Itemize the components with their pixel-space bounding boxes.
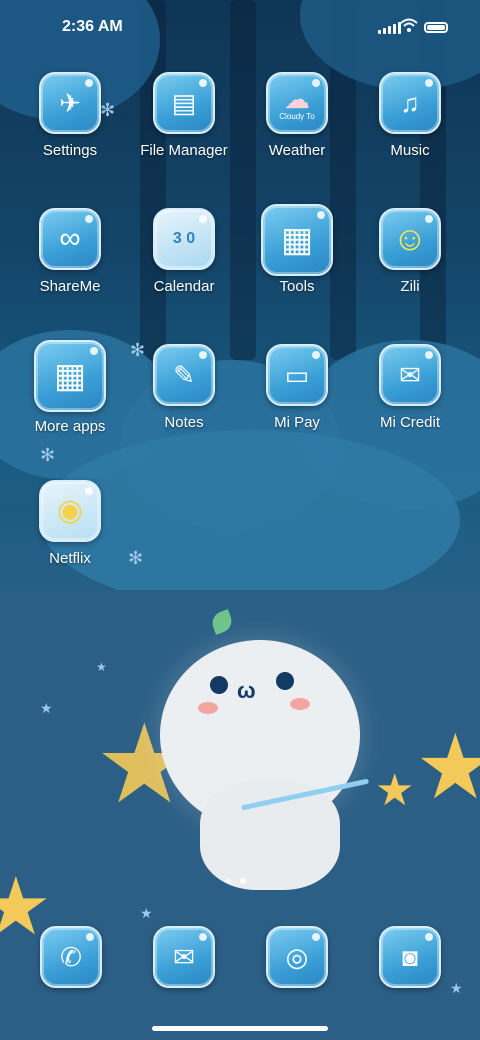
shareme-icon: ∞	[39, 208, 101, 270]
dock-camera[interactable]: ◙	[379, 926, 441, 988]
app-label: Tools	[279, 278, 315, 295]
dock-browser[interactable]: ◎	[266, 926, 328, 988]
home-indicator[interactable]	[152, 1026, 328, 1031]
mi-pay-icon: ▭	[266, 344, 328, 406]
browser-icon: ◎	[266, 926, 328, 988]
calendar-icon-text: 3 0	[172, 230, 196, 247]
netflix-icon: ◉	[39, 480, 101, 542]
app-file-manager[interactable]: ▤ File Manager	[128, 72, 240, 159]
zili-icon: ☺	[379, 208, 441, 270]
page-dot-active[interactable]	[240, 878, 246, 884]
app-label: Weather	[268, 142, 326, 159]
app-mi-pay[interactable]: ▭ Mi Pay	[241, 344, 353, 431]
app-label: Mi Credit	[379, 414, 440, 431]
app-netflix[interactable]: ◉ Netflix	[14, 480, 126, 567]
messages-icon: ✉	[153, 926, 215, 988]
battery-icon	[424, 22, 448, 33]
app-calendar[interactable]: 3 0 Calendar	[128, 208, 240, 295]
clock: 2:36 AM	[62, 18, 123, 35]
app-label: ShareMe	[39, 278, 101, 295]
dock-phone[interactable]: ✆	[40, 926, 102, 988]
app-label: Netflix	[49, 550, 91, 567]
status-bar: 2:36 AM	[0, 0, 480, 56]
app-music[interactable]: ♫ Music	[354, 72, 466, 159]
app-label: Music	[390, 142, 430, 159]
page-dot[interactable]	[226, 878, 232, 884]
page-indicator	[226, 878, 246, 884]
folder-more-apps[interactable]: ▦ More apps	[14, 340, 126, 435]
app-label: Zili	[400, 278, 420, 295]
app-label: Calendar	[153, 278, 215, 295]
app-label: File Manager	[140, 142, 228, 159]
wifi-icon	[400, 18, 418, 32]
calendar-icon: 3 0	[153, 208, 215, 270]
app-label: Notes	[164, 414, 204, 431]
weather-icon: ☁ Cloudy To	[266, 72, 328, 134]
mi-credit-icon: ✉	[379, 344, 441, 406]
camera-icon: ◙	[379, 926, 441, 988]
dock-messages[interactable]: ✉	[153, 926, 215, 988]
app-shareme[interactable]: ∞ ShareMe	[14, 208, 126, 295]
app-weather[interactable]: ☁ Cloudy To Weather	[241, 72, 353, 159]
app-label: More apps	[34, 418, 106, 435]
notes-icon: ✎	[153, 344, 215, 406]
tools-folder-icon: ▦	[261, 204, 333, 276]
app-zili[interactable]: ☺ Zili	[354, 208, 466, 295]
app-label: Settings	[42, 142, 98, 159]
phone-icon: ✆	[40, 926, 102, 988]
app-label: Mi Pay	[274, 414, 320, 431]
more-apps-folder-icon: ▦	[34, 340, 106, 412]
app-notes[interactable]: ✎ Notes	[128, 344, 240, 431]
signal-icon	[378, 22, 401, 34]
settings-icon: ✈	[39, 72, 101, 134]
file-manager-icon: ▤	[153, 72, 215, 134]
app-mi-credit[interactable]: ✉ Mi Credit	[354, 344, 466, 431]
folder-tools[interactable]: ▦ Tools	[241, 204, 353, 295]
app-settings[interactable]: ✈ Settings	[14, 72, 126, 159]
weather-icon-text: Cloudy To	[279, 111, 315, 121]
music-icon: ♫	[379, 72, 441, 134]
